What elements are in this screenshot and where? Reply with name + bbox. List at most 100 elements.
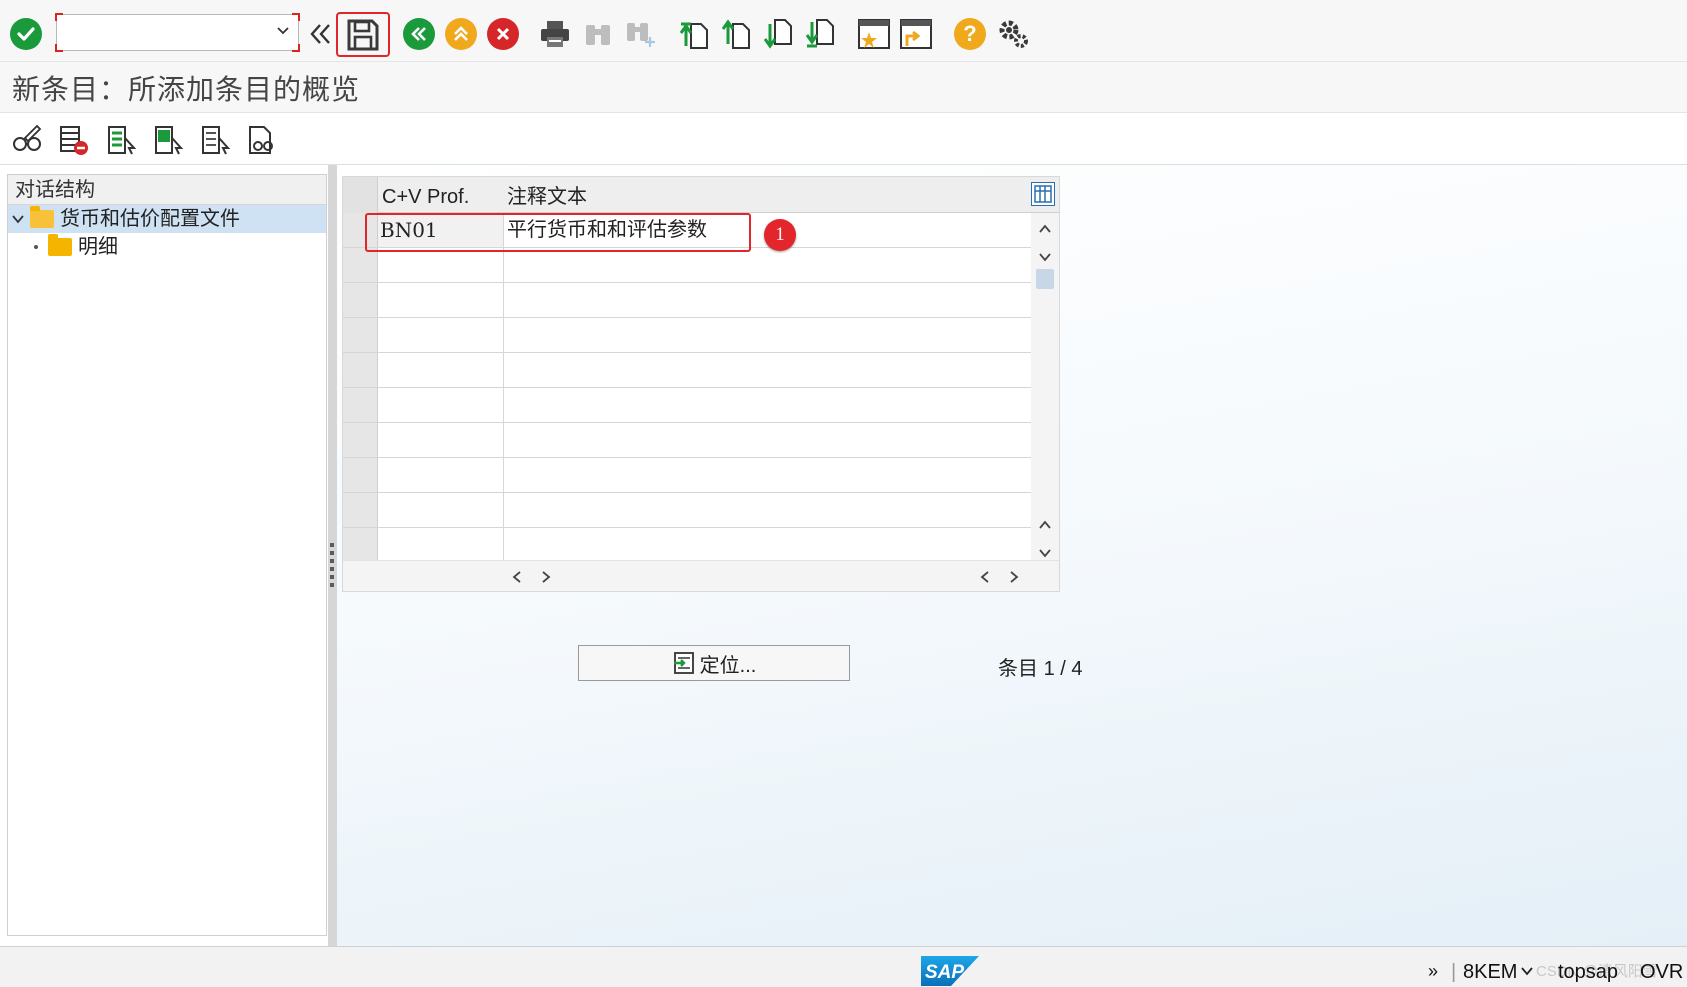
print-button[interactable] <box>537 16 573 52</box>
print-list-button[interactable] <box>245 123 279 157</box>
scrollbar-thumb[interactable] <box>1036 269 1054 289</box>
binoculars-icon <box>586 25 610 45</box>
find-next-button[interactable] <box>622 16 658 52</box>
cancel-button[interactable] <box>485 16 521 52</box>
gear-icon <box>999 20 1028 48</box>
profile-cell[interactable] <box>378 283 504 317</box>
command-field[interactable] <box>55 13 300 52</box>
locate-button[interactable]: 定位... <box>578 645 850 681</box>
table-row[interactable] <box>343 423 1031 458</box>
row-highlight-frame <box>365 213 751 252</box>
table-settings-icon[interactable] <box>1031 182 1055 206</box>
chevron-down-icon[interactable] <box>1039 249 1051 267</box>
display-change-button[interactable] <box>10 123 44 157</box>
chevron-down-icon[interactable] <box>12 213 24 225</box>
row-selector[interactable] <box>343 248 378 282</box>
select-all-button[interactable] <box>104 123 138 157</box>
table-row[interactable] <box>343 318 1031 353</box>
profile-cell[interactable] <box>378 493 504 527</box>
row-selector[interactable] <box>343 528 378 560</box>
chevron-up-icon[interactable] <box>1039 517 1051 535</box>
previous-page-button[interactable] <box>719 16 755 52</box>
text-cell[interactable] <box>504 458 1031 492</box>
tree-item-details[interactable]: 明细 <box>8 233 326 261</box>
profile-cell[interactable] <box>378 353 504 387</box>
table-row[interactable] <box>343 353 1031 388</box>
profile-cell[interactable] <box>378 423 504 457</box>
text-cell[interactable] <box>504 528 1031 560</box>
new-session-button[interactable] <box>856 16 892 52</box>
open-folder-icon <box>30 206 54 228</box>
collapse-toolbar-button[interactable] <box>303 16 339 52</box>
row-selector[interactable] <box>343 388 378 422</box>
back-button[interactable] <box>401 16 437 52</box>
enter-button[interactable] <box>8 16 44 52</box>
new-window-icon <box>858 19 890 49</box>
panel-splitter[interactable] <box>328 165 337 946</box>
table-row[interactable] <box>343 528 1031 560</box>
settings-button[interactable] <box>995 16 1031 52</box>
first-page-icon <box>679 22 708 49</box>
chevron-right-icon[interactable] <box>1009 570 1019 588</box>
next-page-icon <box>763 19 792 49</box>
profile-cell[interactable] <box>378 248 504 282</box>
system-id[interactable]: 8KEM <box>1463 961 1517 984</box>
status-expand-icon[interactable]: » <box>1428 961 1438 982</box>
table-row[interactable] <box>343 493 1031 528</box>
text-cell[interactable] <box>504 318 1031 352</box>
chevron-down-icon[interactable] <box>1521 959 1533 982</box>
row-selector[interactable] <box>343 283 378 317</box>
row-selector[interactable] <box>343 353 378 387</box>
deselect-all-button[interactable] <box>198 123 232 157</box>
first-page-button[interactable] <box>677 16 713 52</box>
chevron-up-icon[interactable] <box>1039 221 1051 239</box>
text-cell[interactable] <box>504 493 1031 527</box>
horizontal-scrollbar[interactable] <box>343 560 1059 591</box>
shortcut-icon <box>900 19 932 49</box>
row-selector[interactable] <box>343 318 378 352</box>
vertical-scrollbar[interactable] <box>1031 213 1059 560</box>
table-row[interactable] <box>343 458 1031 493</box>
previous-page-icon <box>721 19 750 49</box>
text-cell[interactable] <box>504 423 1031 457</box>
chevron-down-icon[interactable] <box>276 23 290 42</box>
dialog-structure-panel: 对话结构 货币和估价配置文件 明细 <box>7 174 327 936</box>
row-selector[interactable] <box>343 458 378 492</box>
text-cell[interactable] <box>504 353 1031 387</box>
help-button[interactable]: ? <box>952 16 988 52</box>
locate-icon <box>673 652 694 674</box>
column-header-text[interactable]: 注释文本 <box>507 177 587 213</box>
table-header: C+V Prof. 注释文本 <box>343 177 1059 213</box>
text-cell[interactable] <box>504 388 1031 422</box>
last-page-button[interactable] <box>803 16 839 52</box>
select-all-icon <box>108 126 137 155</box>
cancel-icon <box>487 18 519 50</box>
profile-cell[interactable] <box>378 388 504 422</box>
insert-mode[interactable]: OVR <box>1640 961 1683 984</box>
table-row[interactable] <box>343 388 1031 423</box>
table-row[interactable] <box>343 248 1031 283</box>
save-highlight-frame <box>336 12 390 57</box>
row-selector[interactable] <box>343 423 378 457</box>
chevron-left-icon[interactable] <box>980 570 990 588</box>
exit-button[interactable] <box>443 16 479 52</box>
command-input[interactable] <box>57 15 298 50</box>
profile-cell[interactable] <box>378 528 504 560</box>
select-block-button[interactable] <box>151 123 185 157</box>
profile-cell[interactable] <box>378 318 504 352</box>
row-selector[interactable] <box>343 493 378 527</box>
delete-entry-button[interactable] <box>56 123 90 157</box>
tree-item-label: 明细 <box>78 236 118 258</box>
next-page-button[interactable] <box>761 16 797 52</box>
text-cell[interactable] <box>504 283 1031 317</box>
profile-cell[interactable] <box>378 458 504 492</box>
tree-item-currency-profile[interactable]: 货币和估价配置文件 <box>8 205 326 233</box>
text-cell[interactable] <box>504 248 1031 282</box>
chevron-right-icon[interactable] <box>541 570 551 588</box>
find-button[interactable] <box>580 16 616 52</box>
shortcut-button[interactable] <box>898 16 934 52</box>
table-row[interactable] <box>343 283 1031 318</box>
select-all-rows-cell[interactable] <box>343 177 378 213</box>
chevron-left-icon[interactable] <box>512 570 522 588</box>
column-header-profile[interactable]: C+V Prof. <box>382 177 469 213</box>
